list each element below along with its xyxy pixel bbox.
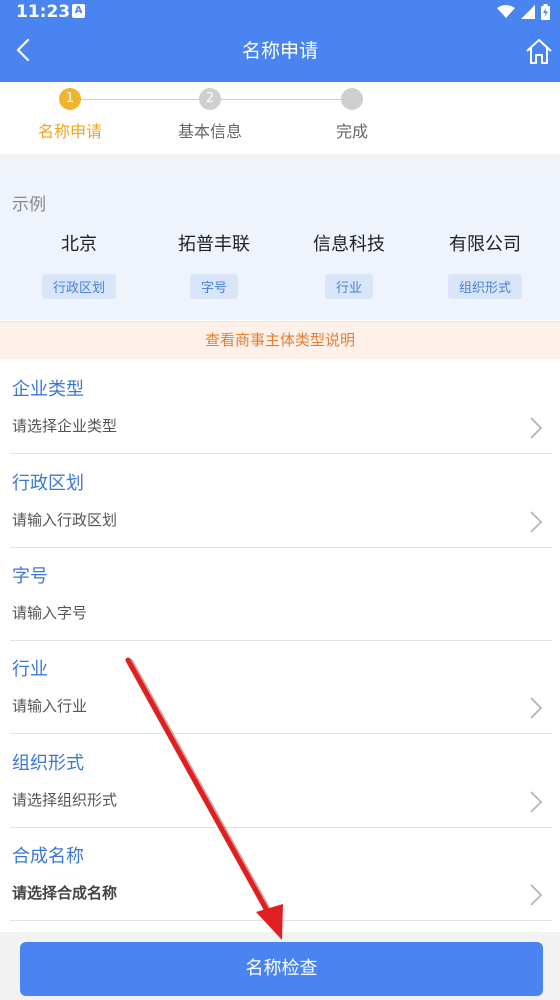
entity-type-info-link[interactable]: 查看商事主体类型说明 bbox=[0, 321, 560, 359]
step-3-label: 完成 bbox=[335, 122, 368, 141]
chevron-right-icon bbox=[530, 884, 543, 906]
home-icon[interactable] bbox=[524, 36, 554, 66]
page-title: 名称申请 bbox=[241, 40, 318, 62]
name-example-panel: 示例 北京 行政区划 拓普丰联 字号 信息科技 行业 有限公司 组织形式 bbox=[0, 162, 560, 320]
example-column: 有限公司 组织形式 bbox=[420, 230, 550, 299]
example-tag: 组织形式 bbox=[447, 274, 522, 299]
chevron-right-icon bbox=[530, 417, 543, 439]
status-bar: 11:23 A bbox=[0, 0, 560, 24]
step-2-label: 基本信息 bbox=[177, 122, 242, 141]
org-form-field[interactable]: 组织形式 请选择组织形式 bbox=[10, 735, 552, 828]
chevron-right-icon bbox=[530, 791, 543, 813]
step-1-dot: 1 bbox=[59, 88, 81, 110]
enterprise-type-select[interactable]: 请选择企业类型 bbox=[12, 415, 117, 436]
composite-name-field[interactable]: 合成名称 请选择合成名称 bbox=[10, 828, 552, 921]
region-field[interactable]: 行政区划 请输入行政区划 bbox=[10, 455, 552, 548]
org-form-select[interactable]: 请选择组织形式 bbox=[12, 789, 117, 810]
field-label: 企业类型 bbox=[12, 379, 84, 400]
field-label: 行政区划 bbox=[12, 473, 84, 494]
field-label: 行业 bbox=[12, 659, 48, 680]
industry-input[interactable]: 请输入行业 bbox=[12, 695, 87, 716]
region-input[interactable]: 请输入行政区划 bbox=[12, 509, 117, 530]
example-column: 拓普丰联 字号 bbox=[149, 230, 279, 299]
chevron-right-icon bbox=[530, 511, 543, 533]
step-1-label: 名称申请 bbox=[37, 122, 102, 141]
step-2-dot: 2 bbox=[199, 88, 221, 110]
status-icons bbox=[497, 3, 550, 21]
step-name-apply: 1 名称申请 bbox=[0, 88, 140, 142]
status-time: 11:23 bbox=[16, 2, 71, 22]
example-word: 拓普丰联 bbox=[178, 234, 250, 255]
divider bbox=[0, 154, 560, 162]
field-label: 合成名称 bbox=[12, 846, 84, 867]
example-tag: 行政区划 bbox=[41, 274, 116, 299]
example-column: 信息科技 行业 bbox=[284, 230, 414, 299]
example-column: 北京 行政区划 bbox=[14, 230, 144, 299]
notification-icon: A bbox=[72, 4, 85, 18]
step-basic-info: 2 基本信息 bbox=[140, 88, 280, 142]
field-label: 字号 bbox=[12, 566, 48, 587]
chevron-right-icon bbox=[530, 697, 543, 719]
example-tag: 行业 bbox=[324, 274, 373, 299]
example-word: 北京 bbox=[61, 234, 97, 255]
composite-name-select[interactable]: 请选择合成名称 bbox=[12, 882, 117, 903]
name-check-button[interactable]: 名称检查 bbox=[20, 942, 543, 996]
step-3-dot bbox=[341, 88, 363, 110]
example-word: 信息科技 bbox=[313, 234, 385, 255]
trade-name-field[interactable]: 字号 请输入字号 bbox=[10, 548, 552, 641]
signal-icon bbox=[521, 5, 535, 19]
battery-icon bbox=[541, 4, 550, 20]
example-word: 有限公司 bbox=[449, 234, 521, 255]
example-tag: 字号 bbox=[189, 274, 238, 299]
enterprise-type-field[interactable]: 企业类型 请选择企业类型 bbox=[10, 361, 552, 454]
industry-field[interactable]: 行业 请输入行业 bbox=[10, 641, 552, 734]
app-header: 11:23 A 名称申请 bbox=[0, 0, 560, 82]
progress-stepper: 1 名称申请 2 基本信息 完成 bbox=[0, 82, 560, 154]
wifi-icon bbox=[497, 5, 515, 18]
field-label: 组织形式 bbox=[12, 753, 84, 774]
trade-name-input[interactable]: 请输入字号 bbox=[12, 602, 87, 623]
example-title: 示例 bbox=[12, 195, 46, 215]
step-complete: 完成 bbox=[282, 88, 422, 142]
